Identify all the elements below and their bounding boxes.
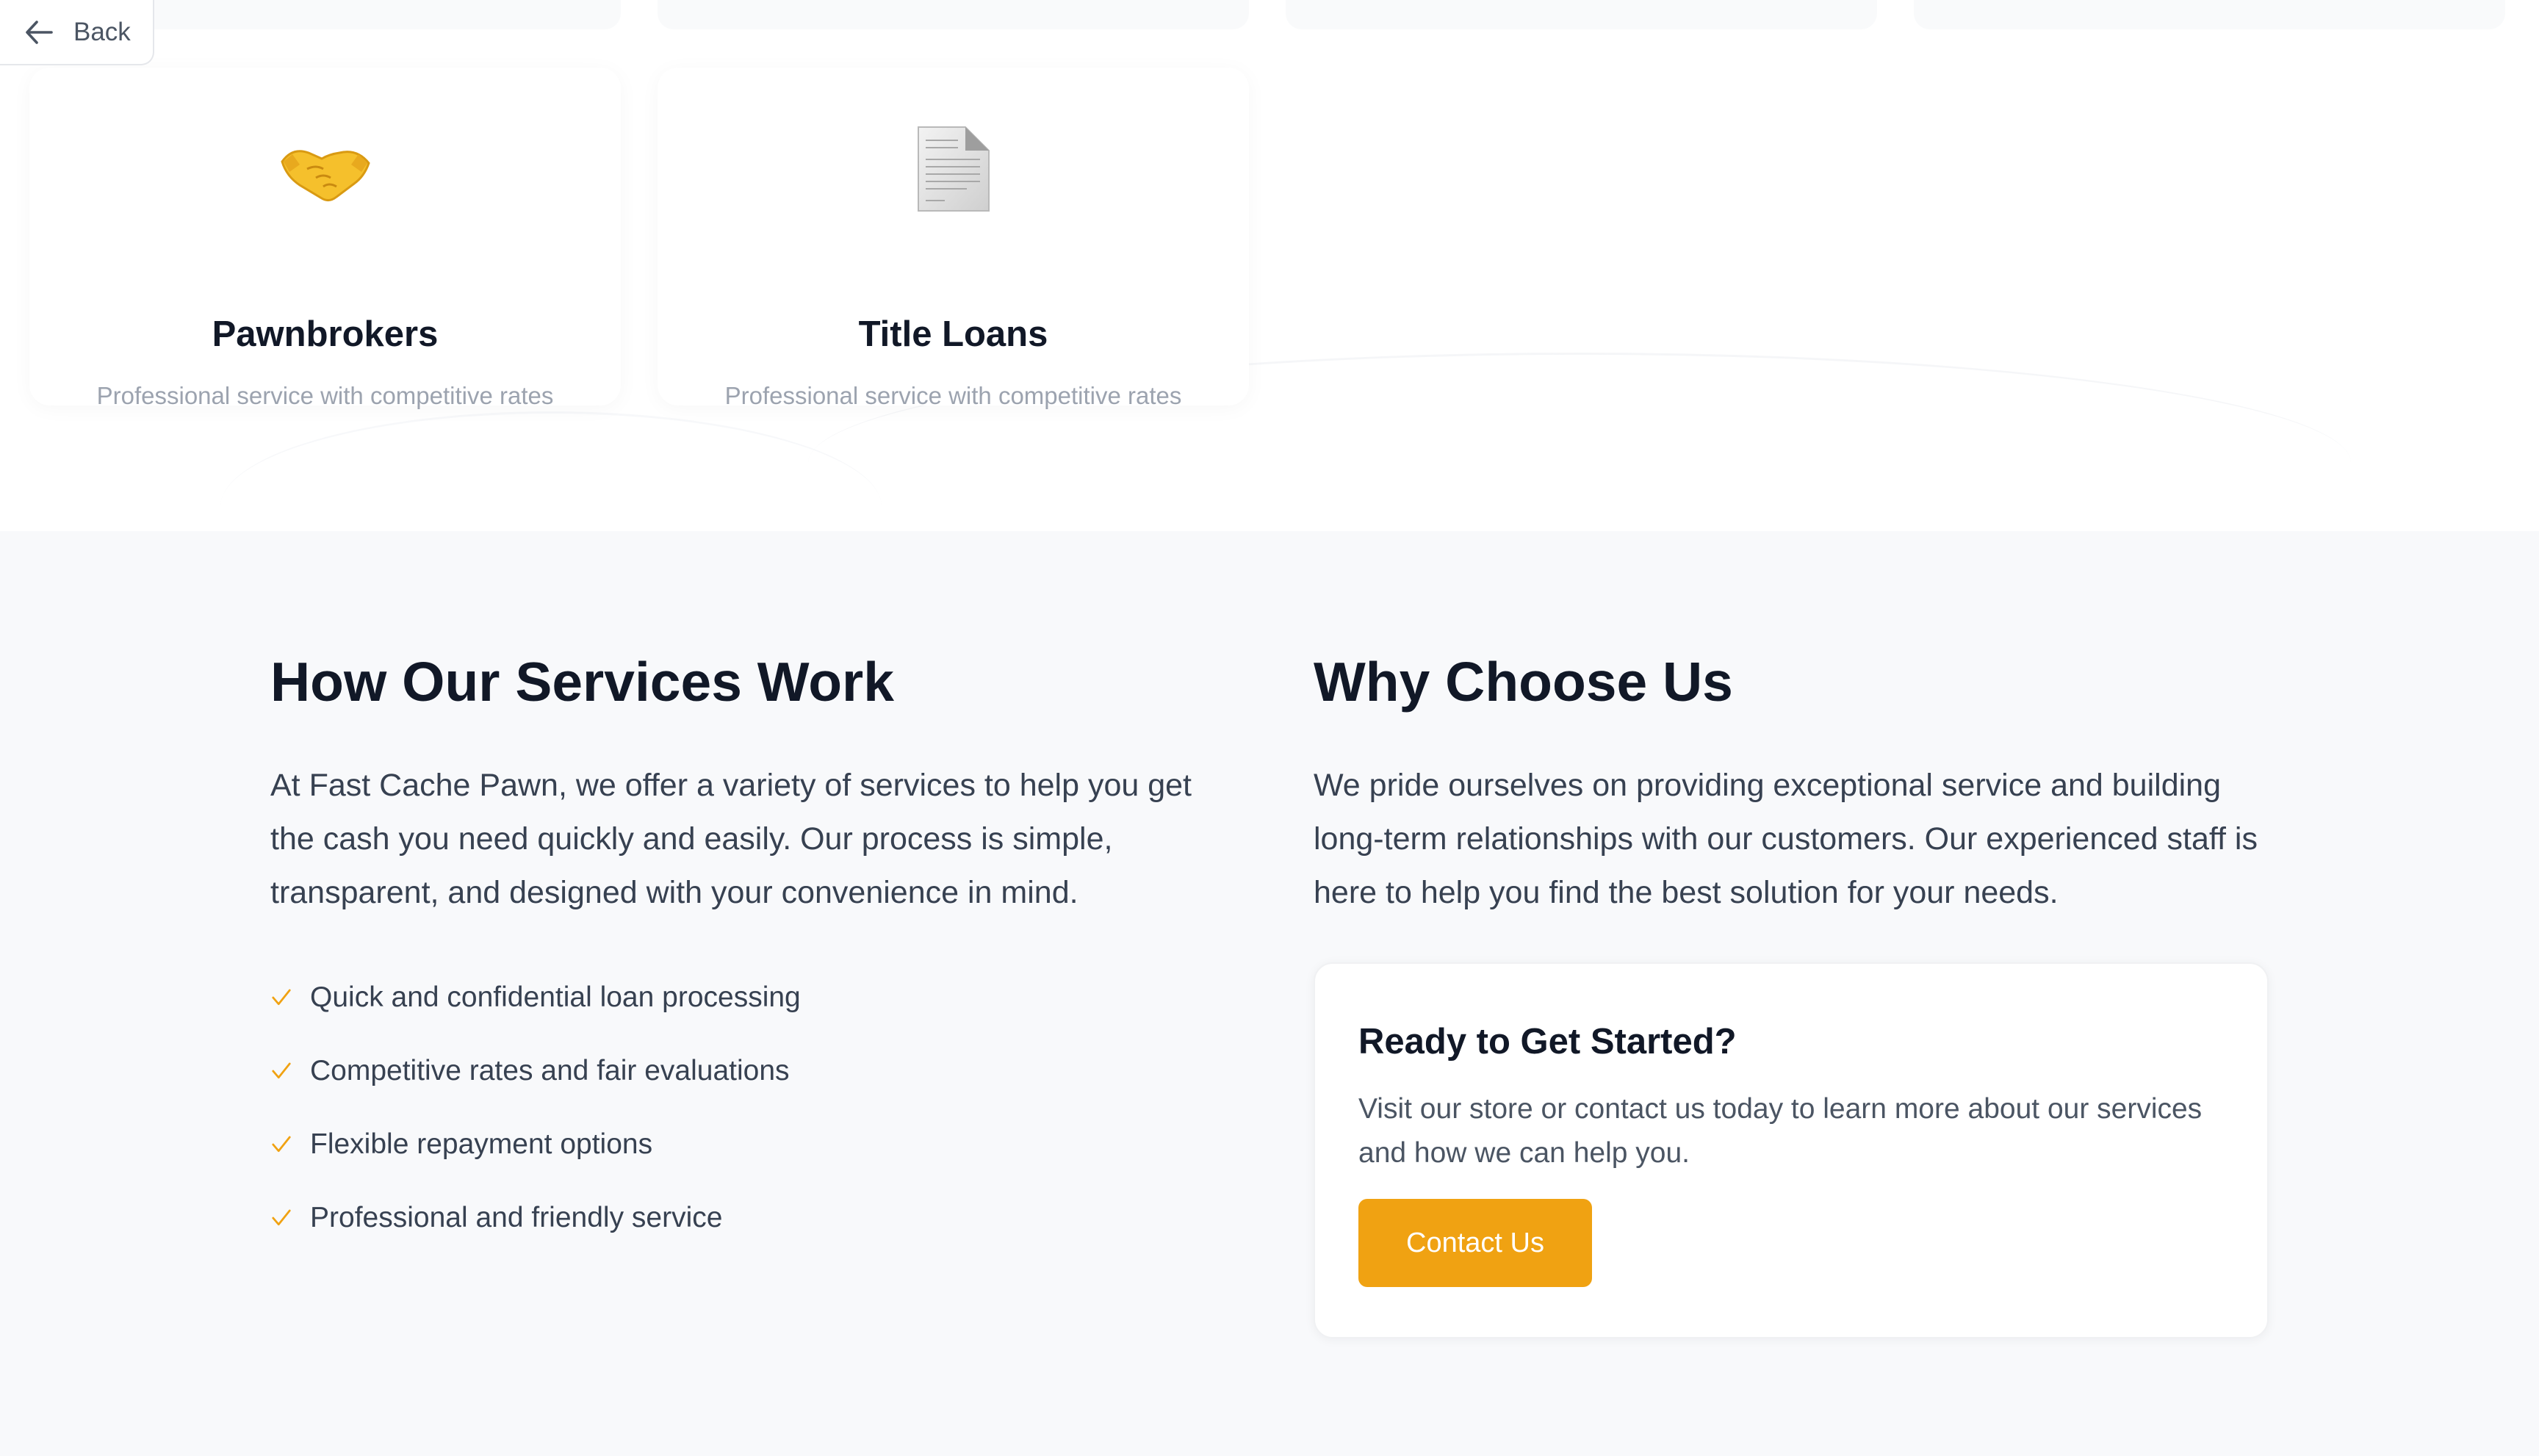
background-decoration: [220, 411, 882, 531]
benefit-text: Competitive rates and fair evaluations: [310, 1055, 790, 1086]
checkmark-icon: [272, 1062, 291, 1079]
how-services-work-heading: How Our Services Work: [270, 651, 894, 713]
cta-body: Visit our store or contact us today to l…: [1358, 1093, 2203, 1169]
benefit-text: Professional and friendly service: [310, 1202, 723, 1233]
document-icon: [658, 125, 1249, 213]
back-label: Back: [73, 17, 131, 46]
benefit-text: Quick and confidential loan processing: [310, 981, 801, 1013]
get-started-card: Ready to Get Started? Visit our store or…: [1314, 962, 2269, 1338]
handshake-icon: [29, 125, 621, 213]
checkmark-icon: [272, 989, 291, 1006]
service-description: Professional service with competitive ra…: [96, 382, 554, 409]
faded-card-top: [1914, 0, 2505, 29]
list-item: Competitive rates and fair evaluations: [270, 1034, 801, 1108]
why-choose-us-body: We pride ourselves on providing exceptio…: [1314, 768, 2258, 910]
list-item: Professional and friendly service: [270, 1181, 801, 1255]
service-title: Title Loans: [858, 314, 1048, 354]
why-choose-us-heading: Why Choose Us: [1314, 651, 1733, 713]
info-section: How Our Services Work At Fast Cache Pawn…: [0, 531, 2539, 1456]
list-item: Quick and confidential loan processing: [270, 961, 801, 1034]
page: Pawnbrokers Professional service with co…: [0, 0, 2539, 1456]
list-item: Flexible repayment options: [270, 1108, 801, 1181]
contact-us-button[interactable]: Contact Us: [1358, 1199, 1592, 1287]
checkmark-icon: [272, 1209, 291, 1226]
cta-title: Ready to Get Started?: [1358, 1022, 1737, 1062]
benefit-text: Flexible repayment options: [310, 1128, 653, 1160]
service-description: Professional service with competitive ra…: [724, 382, 1182, 409]
services-grid-area: Pawnbrokers Professional service with co…: [0, 0, 2539, 531]
faded-card-top: [1286, 0, 1877, 29]
service-title: Pawnbrokers: [212, 314, 439, 354]
checkmark-icon: [272, 1136, 291, 1153]
back-button[interactable]: Back: [0, 0, 154, 65]
service-card-pawnbrokers[interactable]: Pawnbrokers Professional service with co…: [29, 68, 621, 409]
benefits-list: Quick and confidential loan processing C…: [270, 961, 801, 1255]
faded-card-top: [658, 0, 1249, 29]
service-card-title-loans[interactable]: Title Loans Professional service with co…: [658, 68, 1249, 409]
how-services-work-body: At Fast Cache Pawn, we offer a variety o…: [270, 768, 1192, 910]
arrow-left-icon: [26, 20, 53, 44]
